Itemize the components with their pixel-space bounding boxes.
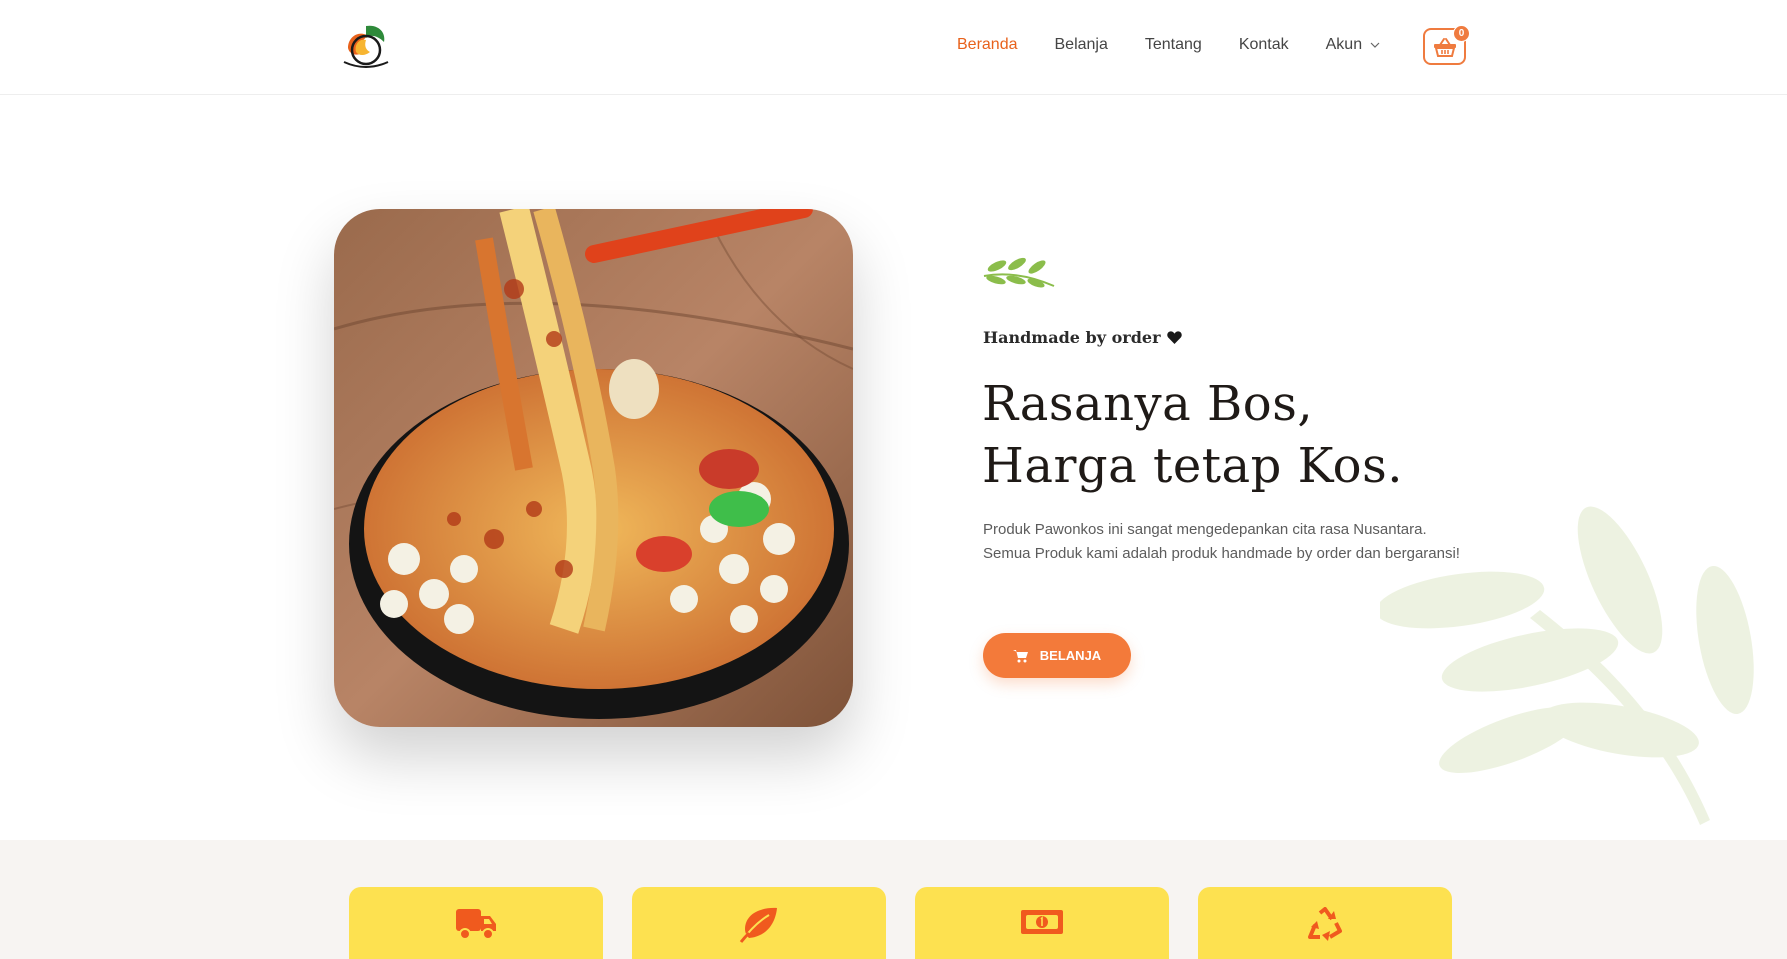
sprig-decoration-icon — [983, 257, 1055, 288]
chevron-down-icon — [1370, 42, 1380, 48]
hero-noodle-image — [334, 209, 853, 727]
feature-card-recycle — [1198, 887, 1452, 959]
recycle-icon — [1308, 907, 1342, 941]
hero-tagline-text: Handmade by order — [983, 328, 1161, 347]
site-header: Beranda Belanja Tentang Kontak Akun 0 — [0, 0, 1787, 95]
feature-card-price — [915, 887, 1169, 959]
hero-description: Produk Pawonkos ini sangat mengedepankan… — [983, 521, 1460, 562]
nav-belanja[interactable]: Belanja — [1055, 36, 1108, 54]
truck-icon — [456, 909, 496, 940]
nav-tentang[interactable]: Tentang — [1145, 36, 1202, 54]
features-section — [0, 840, 1787, 959]
main-nav: Beranda Belanja Tentang Kontak Akun — [957, 36, 1380, 54]
heart-icon — [1166, 331, 1182, 344]
cart-count-badge: 0 — [1453, 25, 1470, 42]
cart-icon — [1012, 649, 1028, 662]
hero-title: Rasanya Bos, Harga tetap Kos. — [982, 373, 1462, 497]
feature-card-natural — [632, 887, 886, 959]
feature-card-delivery — [349, 887, 603, 959]
site-logo[interactable] — [338, 22, 394, 74]
nav-kontak[interactable]: Kontak — [1239, 36, 1289, 54]
nav-beranda[interactable]: Beranda — [957, 36, 1018, 54]
shopping-basket-icon — [1433, 37, 1456, 57]
hero-title-line1: Rasanya Bos, — [982, 376, 1314, 432]
nav-akun[interactable]: Akun — [1326, 36, 1380, 54]
nav-akun-label: Akun — [1325, 36, 1363, 53]
money-icon — [1021, 910, 1063, 934]
hero-title-line2: Harga tetap Kos. — [982, 438, 1403, 494]
hero-tagline: Handmade by order — [983, 328, 1182, 347]
leaf-icon — [739, 907, 777, 943]
belanja-button[interactable]: BELANJA — [983, 633, 1131, 678]
belanja-button-label: BELANJA — [1039, 648, 1102, 663]
